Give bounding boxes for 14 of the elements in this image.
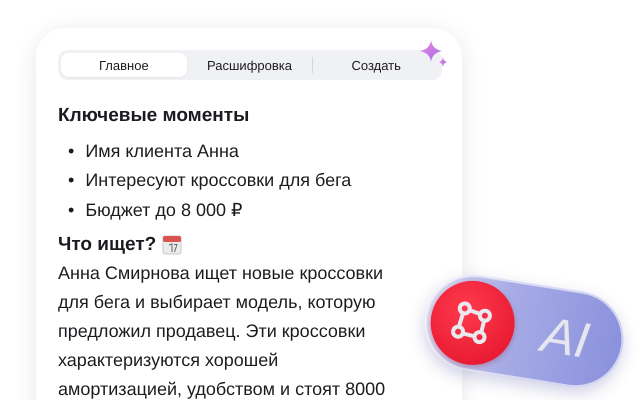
bullet-marker: • <box>68 198 74 221</box>
bullet-item: Бюджет до 8 000 ₽ <box>85 198 242 221</box>
calendar-icon <box>162 234 182 254</box>
section-heading: Что ищет? <box>58 232 156 256</box>
bullet-marker: • <box>68 140 74 162</box>
sparkle-icon <box>420 40 448 68</box>
section-heading: Ключевые моменты <box>58 104 250 128</box>
bullet-item: Интересуют кроссовки для бега <box>85 169 352 192</box>
description-paragraph: Анна Смирнова ищет новые кроссовки для бега и выбирает модель, которую предложил продавец. Эти кроссовки характеризуются хорошей амортизацией, удобством и стоят 8000 <box>58 262 386 400</box>
tab[interactable]: Расшифровка <box>186 53 312 77</box>
tab[interactable]: Главное <box>61 53 187 77</box>
tab[interactable]: Создать <box>313 53 440 77</box>
bullet-marker: • <box>68 169 74 192</box>
bullet-item: Имя клиента Анна <box>85 140 239 162</box>
